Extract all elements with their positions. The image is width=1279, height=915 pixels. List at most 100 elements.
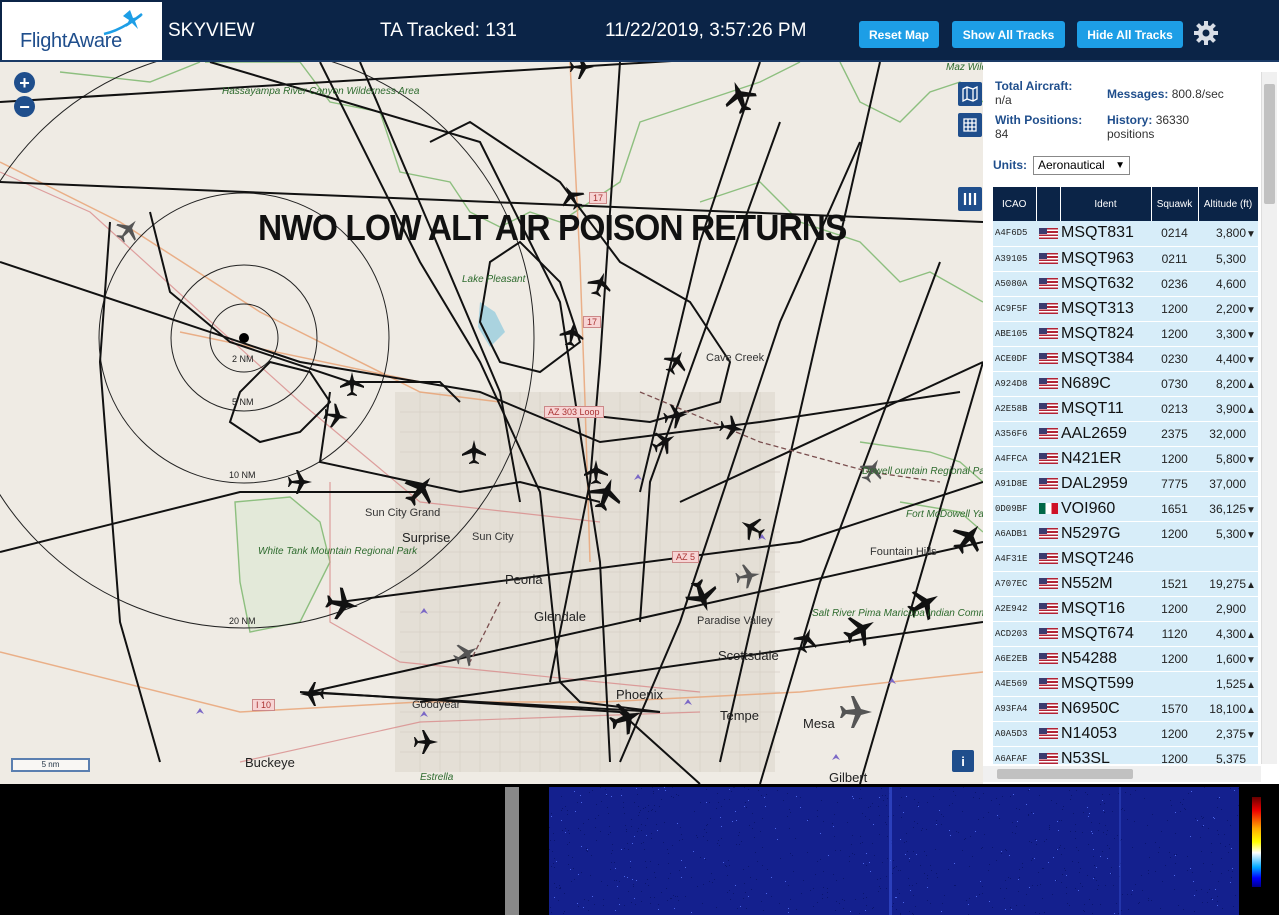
table-row[interactable]: A2E942 MSQT16 1200 2,900 [993,596,1258,622]
altitude-trend-icon: ▲ [1246,404,1256,416]
map-info-button[interactable]: i [952,750,974,772]
table-row[interactable]: A0A5D3 N14053 1200 2,375▼ [993,721,1258,747]
altitude-trend-icon: ▲ [1246,379,1256,391]
icao-cell: A39105 [993,246,1036,272]
i10-shield: I 10 [252,699,276,711]
squawk-cell: 2375 [1151,421,1198,447]
show-all-tracks-button[interactable]: Show All Tracks [952,21,1065,48]
ident-cell: MSQT632 [1060,271,1151,297]
column-header-ident[interactable]: Ident [1060,187,1152,221]
zoom-out-button[interactable]: − [14,96,35,117]
altitude-value: 5,300 [1215,251,1246,266]
icao-cell: A0A5D3 [993,721,1036,747]
flightaware-logo[interactable]: FlightAware [2,2,162,60]
table-vertical-scrollbar[interactable] [1261,72,1277,764]
place-fort-mcdowell: Fort McDowell Yavapai Nation [906,509,983,520]
altitude-cell: 3,800▼ [1198,221,1258,247]
icao-cell: ABE105 [993,321,1036,347]
ident-cell: MSQT599 [1060,671,1151,697]
aircraft-table: ICAO Ident Squawk Altitude (ft) A4F6D5 MS… [993,187,1258,764]
altitude-cell: 4,300▲ [1198,621,1258,647]
altitude-cell: 4,400▼ [1198,346,1258,372]
place-sun-city: Sun City [472,531,514,543]
altitude-trend-icon: ▲ [1246,629,1256,641]
table-row[interactable]: A924D8 N689C 0730 8,200▲ [993,371,1258,397]
squawk-cell: 1521 [1151,571,1198,597]
us-flag-icon [1038,627,1058,639]
column-header-icao[interactable]: ICAO [993,187,1037,221]
table-row[interactable]: A4F6D5 MSQT831 0214 3,800▼ [993,221,1258,247]
table-row[interactable]: A6E2EB N54288 1200 1,600▼ [993,646,1258,672]
table-row[interactable]: AC9F5F MSQT313 1200 2,200▼ [993,296,1258,322]
us-flag-icon [1038,227,1058,239]
az51-shield: AZ 5 [672,551,700,563]
map-layers-button[interactable] [958,82,982,106]
flag-cell [1036,696,1060,722]
altitude-cell: 2,900 [1198,596,1258,622]
columns-toggle-button[interactable] [958,187,982,211]
column-header-flag[interactable] [1036,187,1061,221]
table-row[interactable]: A39105 MSQT963 0211 5,300 [993,246,1258,272]
i17-shield: 17 [589,192,608,204]
aircraft-table-container[interactable]: ICAO Ident Squawk Altitude (ft) A4F6D5 MS… [993,187,1258,764]
table-row[interactable]: A91D8E DAL2959 7775 37,000 [993,471,1258,497]
top-bar: FlightAware SKYVIEW TA Tracked: 131 11/2… [0,0,1279,62]
us-flag-icon [1038,552,1058,564]
us-flag-icon [1038,452,1058,464]
table-row[interactable]: ACD203 MSQT674 1120 4,300▲ [993,621,1258,647]
panel-divider[interactable] [505,787,519,915]
flight-map[interactable]: NWO LOW ALT AIR POISON RETURNS + − 2 NM … [0,62,983,784]
place-phoenix: Phoenix [616,687,663,702]
table-row[interactable]: A93FA4 N6950C 1570 18,100▲ [993,696,1258,722]
scrollbar-thumb[interactable] [1264,84,1275,204]
table-horizontal-scrollbar[interactable] [983,766,1261,782]
color-scale-bar [1252,797,1261,887]
altitude-cell: 5,375 [1198,746,1258,764]
table-row[interactable]: A4F31E MSQT246 [993,546,1258,572]
squawk-cell: 1651 [1151,496,1198,522]
altitude-cell: 2,200▼ [1198,296,1258,322]
reset-map-button[interactable]: Reset Map [859,21,939,48]
table-row[interactable]: 0D09BF VOI960 1651 36,125▼ [993,496,1258,522]
ident-cell: MSQT313 [1060,296,1151,322]
table-row[interactable]: A6ADB1 N5297G 1200 5,300▼ [993,521,1258,547]
table-row[interactable]: A6AFAF N53SL 1200 5,375 [993,746,1258,764]
us-flag-icon [1038,602,1058,614]
squawk-cell: 0214 [1151,221,1198,247]
table-row[interactable]: A707EC N552M 1521 19,275▲ [993,571,1258,597]
us-flag-icon [1038,727,1058,739]
ident-cell: MSQT824 [1060,321,1151,347]
table-row[interactable]: A4E569 MSQT599 1,525▲ [993,671,1258,697]
units-select[interactable]: Aeronautical ▼ [1033,156,1130,175]
table-row[interactable]: A4FFCA N421ER 1200 5,800▼ [993,446,1258,472]
gear-icon[interactable] [1192,19,1220,47]
table-row[interactable]: A356F6 AAL2659 2375 32,000 [993,421,1258,447]
column-header-altitude[interactable]: Altitude (ft) [1198,187,1258,221]
table-row[interactable]: ABE105 MSQT824 1200 3,300▼ [993,321,1258,347]
column-header-squawk[interactable]: Squawk [1151,187,1199,221]
table-row[interactable]: A2E58B MSQT11 0213 3,900▲ [993,396,1258,422]
altitude-trend-icon: ▼ [1246,504,1256,516]
us-flag-icon [1038,277,1058,289]
table-row[interactable]: ACE0DF MSQT384 0230 4,400▼ [993,346,1258,372]
total-aircraft-value: n/a [995,93,1012,107]
ident-cell: MSQT384 [1060,346,1151,372]
zoom-in-button[interactable]: + [14,72,35,93]
scrollbar-thumb-horizontal[interactable] [997,769,1133,779]
icao-cell: A4E569 [993,671,1036,697]
hide-all-tracks-button[interactable]: Hide All Tracks [1077,21,1183,48]
altitude-value: 4,600 [1215,276,1246,291]
altitude-trend-icon: ▼ [1246,354,1256,366]
skyview-app: FlightAware SKYVIEW TA Tracked: 131 11/2… [0,0,1279,915]
icao-cell: A4FFCA [993,446,1036,472]
map-icon [962,86,978,102]
squawk-cell: 1200 [1151,596,1198,622]
us-flag-icon [1038,477,1058,489]
flag-cell [1036,246,1060,272]
us-flag-icon [1038,402,1058,414]
columns-icon [963,193,977,205]
grid-toggle-button[interactable] [958,113,982,137]
table-row[interactable]: A5080A MSQT632 0236 4,600 [993,271,1258,297]
icao-cell: ACD203 [993,621,1036,647]
flag-cell [1036,396,1060,422]
